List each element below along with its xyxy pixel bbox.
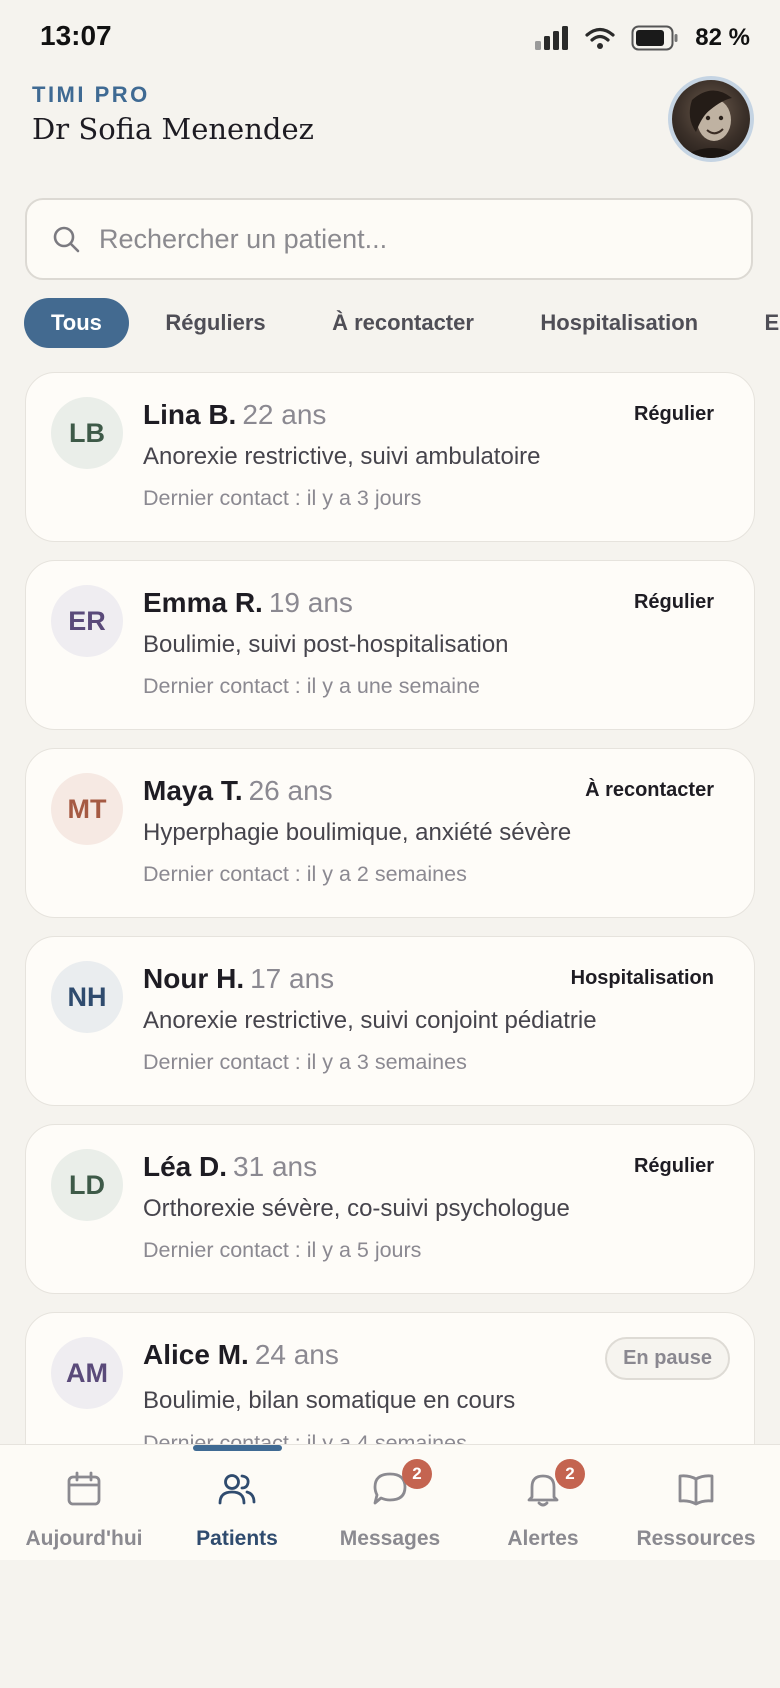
patient-diagnosis: Hyperphagie boulimique, anxiété sévère <box>143 819 572 846</box>
calendar-icon <box>67 1471 101 1506</box>
battery-percentage: 82 % <box>695 24 750 51</box>
patient-card[interactable]: ER Emma R. 19 ans Boulimie, suivi post-ho… <box>25 560 755 730</box>
bottom-tab-bar: Aujourd'hui Patients 2 Messages 2 Alerte… <box>0 1444 780 1561</box>
patient-name-line: Alice M. 24 ans <box>143 1339 339 1371</box>
book-icon <box>678 1474 714 1506</box>
patient-diagnosis: Anorexie restrictive, suivi ambulatoire <box>143 443 541 470</box>
status-time: 13:07 <box>40 20 112 51</box>
patient-age: 26 ans <box>248 775 333 806</box>
filter-chip-tous[interactable]: Tous <box>24 298 129 348</box>
tab-label: Patients <box>196 1527 278 1550</box>
patient-avatar: LB <box>51 397 123 469</box>
patient-name-line: Maya T. 26 ans <box>143 775 333 807</box>
battery-icon <box>631 25 678 51</box>
tab-label: Alertes <box>507 1527 579 1550</box>
tab-aujourdhui[interactable]: Aujourd'hui <box>6 1445 162 1561</box>
status-bar: 13:07 82 % <box>0 0 780 78</box>
wifi-icon <box>585 27 615 49</box>
status-badge: À recontacter <box>585 779 714 801</box>
patient-name-line: Lina B. 22 ans <box>143 399 326 431</box>
status-badge: Régulier <box>633 403 714 425</box>
filter-chip-a-recontacter[interactable]: À recontacter <box>302 298 504 348</box>
patient-last-contact: Dernier contact : il y a 2 semaines <box>143 862 467 886</box>
search-bar[interactable] <box>25 198 753 280</box>
avatar-portrait-icon <box>680 90 744 158</box>
patient-diagnosis: Anorexie restrictive, suivi conjoint péd… <box>143 1007 597 1034</box>
patient-age: 31 ans <box>233 1151 318 1182</box>
patient-card[interactable]: MT Maya T. 26 ans Hyperphagie boulimique,… <box>25 748 755 918</box>
patient-name: Nour H. <box>143 963 245 994</box>
patient-age: 19 ans <box>268 587 353 618</box>
patient-diagnosis: Boulimie, bilan somatique en cours <box>143 1387 516 1414</box>
patient-last-contact: Dernier contact : il y a 5 jours <box>143 1238 422 1262</box>
filter-chips: Tous Réguliers À recontacter Hospitalisa… <box>24 298 780 348</box>
patient-age: 24 ans <box>254 1339 339 1370</box>
filter-chip-reguliers[interactable]: Réguliers <box>135 298 295 348</box>
status-badge: En pause <box>605 1337 730 1380</box>
profile-avatar[interactable] <box>672 80 750 158</box>
users-icon <box>218 1474 256 1505</box>
doctor-name: Dr Sofia Menendez <box>32 112 314 146</box>
tab-patients[interactable]: Patients <box>159 1445 315 1561</box>
patient-age: 22 ans <box>242 399 327 430</box>
tab-label: Aujourd'hui <box>25 1527 143 1550</box>
patient-name: Maya T. <box>143 775 243 806</box>
patient-name-line: Emma R. 19 ans <box>143 587 353 619</box>
bottom-safe-area <box>0 1560 780 1688</box>
patient-name: Léa D. <box>143 1151 228 1182</box>
tab-ressources[interactable]: Ressources <box>618 1445 774 1561</box>
patient-name: Emma R. <box>143 587 263 618</box>
tab-label: Messages <box>339 1527 441 1550</box>
patient-diagnosis: Orthorexie sévère, co-suivi psychologue <box>143 1195 570 1222</box>
patient-last-contact: Dernier contact : il y a une semaine <box>143 674 480 698</box>
patient-avatar: AM <box>51 1337 123 1409</box>
patient-card[interactable]: NH Nour H. 17 ans Anorexie restrictive, s… <box>25 936 755 1106</box>
patient-list: LB Lina B. 22 ans Anorexie restrictive, s… <box>0 372 780 1444</box>
messages-badge: 2 <box>402 1459 432 1489</box>
patient-name-line: Léa D. 31 ans <box>143 1151 317 1183</box>
patient-last-contact: Dernier contact : il y a 3 jours <box>143 486 422 510</box>
patient-avatar: ER <box>51 585 123 657</box>
patient-card[interactable]: AM Alice M. 24 ans Boulimie, bilan somati… <box>25 1312 755 1444</box>
patient-avatar: MT <box>51 773 123 845</box>
filter-chip-en-pause[interactable]: En pause <box>735 298 780 348</box>
patient-name: Lina B. <box>143 399 237 430</box>
status-badge: Régulier <box>633 1155 714 1177</box>
patient-name-line: Nour H. 17 ans <box>143 963 334 995</box>
patient-avatar: NH <box>51 961 123 1033</box>
patient-last-contact: Dernier contact : il y a 3 semaines <box>143 1050 467 1074</box>
tab-messages[interactable]: 2 Messages <box>312 1445 468 1561</box>
patient-card[interactable]: LB Lina B. 22 ans Anorexie restrictive, s… <box>25 372 755 542</box>
patient-name: Alice M. <box>143 1339 249 1370</box>
tab-label: Ressources <box>636 1527 756 1550</box>
status-badge: Régulier <box>633 591 714 613</box>
patient-card[interactable]: LD Léa D. 31 ans Orthorexie sévère, co-su… <box>25 1124 755 1294</box>
search-icon <box>49 222 83 256</box>
alerts-badge: 2 <box>555 1459 585 1489</box>
status-icons: 82 % <box>535 24 750 52</box>
tab-alertes[interactable]: 2 Alertes <box>465 1445 621 1561</box>
patient-avatar: LD <box>51 1149 123 1221</box>
app-brand: TIMI PRO <box>32 82 150 107</box>
status-badge: Hospitalisation <box>570 967 714 989</box>
search-input[interactable] <box>97 222 701 256</box>
signal-icon <box>535 26 569 50</box>
filter-chip-hospitalisation[interactable]: Hospitalisation <box>510 298 728 348</box>
patient-diagnosis: Boulimie, suivi post-hospitalisation <box>143 631 509 658</box>
patient-last-contact: Dernier contact : il y a 4 semaines <box>143 1431 467 1444</box>
patient-age: 17 ans <box>250 963 335 994</box>
